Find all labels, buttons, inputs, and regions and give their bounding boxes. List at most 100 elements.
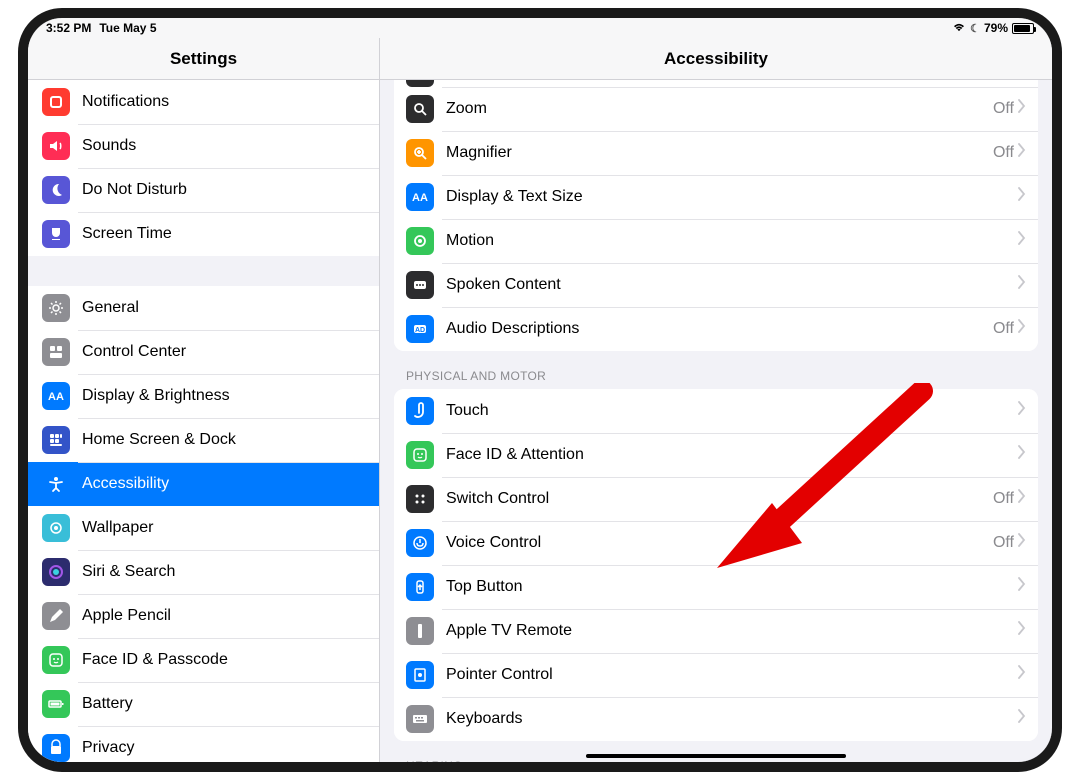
status-bar: 3:52 PM Tue May 5 ☾ 79% [28, 18, 1052, 38]
detail-item-label: Keyboards [446, 710, 1018, 728]
sidebar-item-pencil[interactable]: Apple Pencil [28, 594, 379, 638]
tvremote-icon [406, 617, 434, 645]
dnd-icon [42, 176, 70, 204]
detail-item-label: Face ID & Attention [446, 446, 1018, 464]
general-icon [42, 294, 70, 322]
chevron-right-icon [1018, 187, 1026, 206]
detail-item-motion[interactable]: Motion [394, 219, 1038, 263]
accessibility-icon [42, 470, 70, 498]
detail-item-voicecontrol[interactable]: Voice ControlOff [394, 521, 1038, 565]
switch-icon [406, 485, 434, 513]
detail-item-pointer[interactable]: Pointer Control [394, 653, 1038, 697]
detail-item-label: Motion [446, 232, 1018, 250]
screentime-icon [42, 220, 70, 248]
svg-text:AA: AA [412, 192, 428, 204]
sidebar-item-label: Home Screen & Dock [82, 431, 365, 449]
sidebar-item-privacy[interactable]: Privacy [28, 726, 379, 762]
sidebar-item-label: Wallpaper [82, 519, 365, 537]
chevron-right-icon [1018, 445, 1026, 464]
zoom-icon [406, 95, 434, 123]
battery-icon [42, 690, 70, 718]
homescreen-icon [42, 426, 70, 454]
detail-item-label: Display & Text Size [446, 188, 1018, 206]
sidebar-item-display[interactable]: AADisplay & Brightness [28, 374, 379, 418]
chevron-right-icon [1018, 489, 1026, 508]
pointer-icon [406, 661, 434, 689]
detail-item-label: Switch Control [446, 490, 993, 508]
sidebar-item-dnd[interactable]: Do Not Disturb [28, 168, 379, 212]
settings-title: Settings [170, 49, 237, 69]
detail-item-textsize[interactable]: AA Display & Text Size [394, 175, 1038, 219]
voicecontrol-icon [406, 529, 434, 557]
sidebar-item-controlcenter[interactable]: Control Center [28, 330, 379, 374]
detail-item-value: Off [993, 534, 1014, 552]
display-icon: AA [42, 382, 70, 410]
sidebar-item-label: Do Not Disturb [82, 181, 365, 199]
chevron-right-icon [1018, 275, 1026, 294]
detail-title: Accessibility [664, 49, 768, 69]
sidebar-item-label: Privacy [82, 739, 365, 757]
detail-header: Accessibility [380, 38, 1052, 80]
sidebar-item-wallpaper[interactable]: Wallpaper [28, 506, 379, 550]
battery-percent: 79% [984, 21, 1008, 35]
sidebar-item-label: Face ID & Passcode [82, 651, 365, 669]
textsize-icon: AA [406, 183, 434, 211]
topbutton-icon [406, 573, 434, 601]
detail-item-magnifier[interactable]: MagnifierOff [394, 131, 1038, 175]
detail-item-label: Spoken Content [446, 276, 1018, 294]
detail-item-zoom[interactable]: ZoomOff [394, 87, 1038, 131]
dnd-moon-icon: ☾ [970, 22, 980, 35]
svg-text:AD: AD [415, 327, 425, 334]
wifi-icon [952, 21, 966, 35]
wallpaper-icon [42, 514, 70, 542]
status-date: Tue May 5 [99, 21, 156, 35]
sidebar-item-label: Control Center [82, 343, 365, 361]
audiodesc-icon: AD [406, 315, 434, 343]
detail-item-label: Audio Descriptions [446, 320, 993, 338]
sidebar-item-faceid[interactable]: Face ID & Passcode [28, 638, 379, 682]
magnifier-icon [406, 139, 434, 167]
detail-item-spoken[interactable]: Spoken Content [394, 263, 1038, 307]
chevron-right-icon [1018, 709, 1026, 728]
chevron-right-icon [1018, 99, 1026, 118]
sidebar-item-siri[interactable]: Siri & Search [28, 550, 379, 594]
chevron-right-icon [1018, 231, 1026, 250]
detail-pane: Accessibility ZoomOffMagnifierOffAADispl… [380, 38, 1052, 762]
spoken-icon [406, 271, 434, 299]
home-indicator [586, 754, 846, 758]
touch-icon [406, 397, 434, 425]
chevron-right-icon [1018, 401, 1026, 420]
chevron-right-icon [1018, 621, 1026, 640]
sidebar-item-accessibility[interactable]: Accessibility [28, 462, 379, 506]
status-time: 3:52 PM [46, 21, 91, 35]
svg-text:AA: AA [48, 391, 64, 403]
detail-item-label: Apple TV Remote [446, 622, 1018, 640]
detail-item-audiodesc[interactable]: AD Audio DescriptionsOff [394, 307, 1038, 351]
detail-item-label: Touch [446, 402, 1018, 420]
section-title-hearing: Hearing [406, 759, 1038, 763]
detail-item-keyboards[interactable]: Keyboards [394, 697, 1038, 741]
sidebar-item-label: Battery [82, 695, 365, 713]
detail-item-topbutton[interactable]: Top Button [394, 565, 1038, 609]
sidebar-item-notifications[interactable]: Notifications [28, 80, 379, 124]
detail-item-label: Zoom [446, 100, 993, 118]
detail-item-faceidatt[interactable]: Face ID & Attention [394, 433, 1038, 477]
settings-header: Settings [28, 38, 379, 80]
sidebar-item-label: Accessibility [82, 475, 365, 493]
detail-item-touch[interactable]: Touch [394, 389, 1038, 433]
sidebar-item-homescreen[interactable]: Home Screen & Dock [28, 418, 379, 462]
detail-item-value: Off [993, 490, 1014, 508]
detail-item-tvremote[interactable]: Apple TV Remote [394, 609, 1038, 653]
detail-item-value: Off [993, 320, 1014, 338]
sidebar-item-battery[interactable]: Battery [28, 682, 379, 726]
chevron-right-icon [1018, 577, 1026, 596]
detail-item-switch[interactable]: Switch ControlOff [394, 477, 1038, 521]
detail-item-value: Off [993, 100, 1014, 118]
sidebar-item-label: General [82, 299, 365, 317]
sidebar-item-general[interactable]: General [28, 286, 379, 330]
sidebar-item-sounds[interactable]: Sounds [28, 124, 379, 168]
device-frame: 3:52 PM Tue May 5 ☾ 79% Settings Notific… [18, 8, 1062, 772]
controlcenter-icon [42, 338, 70, 366]
sidebar-item-screentime[interactable]: Screen Time [28, 212, 379, 256]
motion-icon [406, 227, 434, 255]
